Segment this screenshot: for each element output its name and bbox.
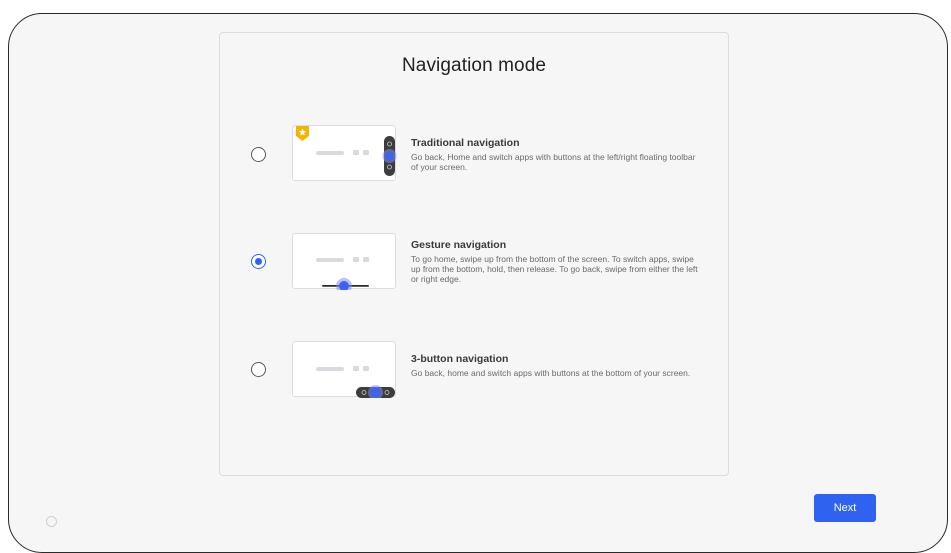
option-title-traditional: Traditional navigation: [411, 137, 520, 149]
3-button-preview-image: [292, 341, 396, 398]
option-description-traditional: Go back, Home and switch apps with butto…: [411, 152, 696, 172]
option-gesture-navigation[interactable]: Gesture navigation To go home, swipe up …: [220, 233, 728, 293]
gesture-preview-image: [292, 233, 396, 290]
navigation-mode-card: Navigation mode Traditional navigation G…: [219, 32, 729, 476]
radio-traditional[interactable]: [251, 147, 266, 162]
option-description-3-button: Go back, home and switch apps with butto…: [411, 368, 691, 378]
option-traditional-navigation[interactable]: Traditional navigation Go back, Home and…: [220, 125, 728, 185]
back-icon[interactable]: [46, 516, 57, 527]
traditional-preview-image: [292, 125, 397, 181]
next-button[interactable]: Next: [814, 494, 876, 522]
option-description-gesture: To go home, swipe up from the bottom of …: [411, 254, 698, 284]
option-title-3-button: 3-button navigation: [411, 353, 509, 365]
option-3-button-navigation[interactable]: 3-button navigation Go back, home and sw…: [220, 341, 728, 401]
radio-gesture[interactable]: [251, 254, 266, 269]
radio-3-button[interactable]: [251, 362, 266, 377]
option-title-gesture: Gesture navigation: [411, 239, 507, 251]
page-title: Navigation mode: [401, 55, 547, 76]
